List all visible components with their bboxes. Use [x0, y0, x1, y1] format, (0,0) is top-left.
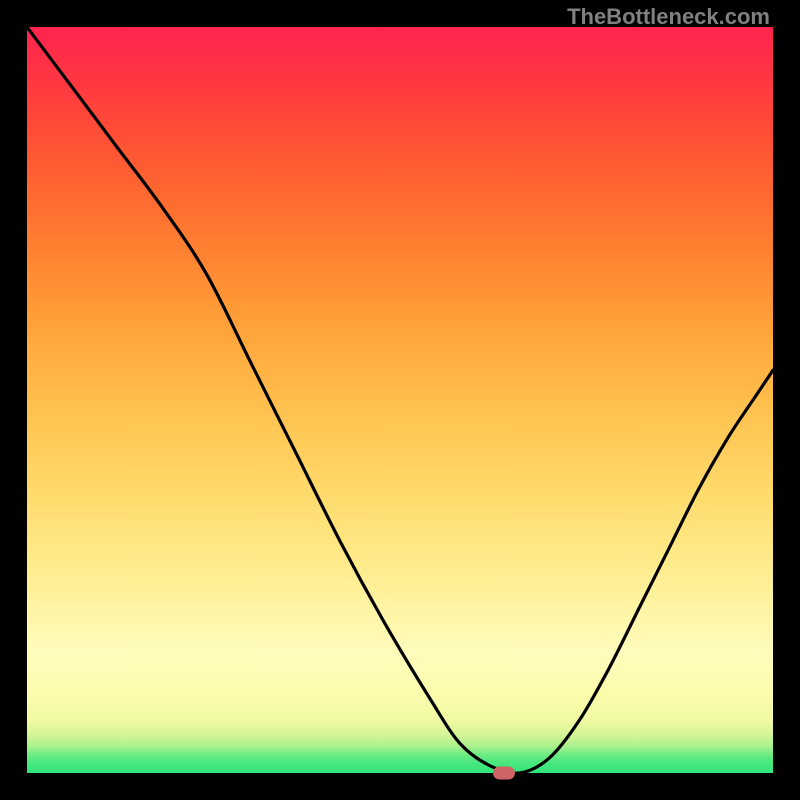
- chart-frame: TheBottleneck.com: [0, 0, 800, 800]
- bottleneck-curve: [27, 27, 773, 773]
- plot-area: [27, 27, 773, 773]
- optimal-point-marker: [493, 767, 515, 780]
